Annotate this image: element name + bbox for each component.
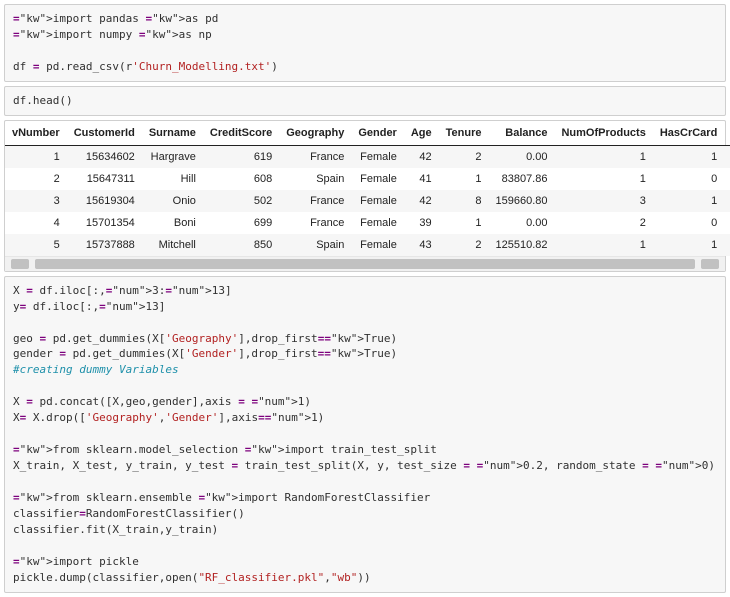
col-header: HasCrCard bbox=[653, 121, 724, 146]
cell: 0 bbox=[653, 212, 724, 234]
table-row: 515737888Mitchell850SpainFemale432125510… bbox=[5, 234, 730, 256]
cell: 5 bbox=[5, 234, 67, 256]
cell: 1 bbox=[653, 190, 724, 212]
cell: 15701354 bbox=[67, 212, 142, 234]
cell: 502 bbox=[203, 190, 279, 212]
cell: 15619304 bbox=[67, 190, 142, 212]
cell: 1 bbox=[439, 168, 489, 190]
cell: 39 bbox=[404, 212, 439, 234]
cell: 15737888 bbox=[67, 234, 142, 256]
cell: 699 bbox=[203, 212, 279, 234]
cell: 0 bbox=[724, 190, 730, 212]
cell: France bbox=[279, 212, 351, 234]
col-header: IsActiveMember bbox=[724, 121, 730, 146]
cell: 2 bbox=[439, 234, 489, 256]
col-header: Tenure bbox=[439, 121, 489, 146]
cell: 42 bbox=[404, 190, 439, 212]
cell: 83807.86 bbox=[488, 168, 554, 190]
col-header: CustomerId bbox=[67, 121, 142, 146]
cell: Mitchell bbox=[142, 234, 203, 256]
cell: Onio bbox=[142, 190, 203, 212]
cell: 41 bbox=[404, 168, 439, 190]
cell: 8 bbox=[439, 190, 489, 212]
code-cell-1: ="kw">import pandas ="kw">as pd ="kw">im… bbox=[4, 4, 726, 82]
cell: 1 bbox=[554, 168, 652, 190]
cell: 0.00 bbox=[488, 145, 554, 168]
cell: Female bbox=[351, 190, 404, 212]
code-cell-3: X = df.iloc[:,="num">3:="num">13] y= df.… bbox=[4, 276, 726, 593]
cell: 42 bbox=[404, 145, 439, 168]
cell: 2 bbox=[5, 168, 67, 190]
scroll-thumb[interactable] bbox=[35, 259, 695, 269]
dataframe-table: vNumberCustomerIdSurnameCreditScoreGeogr… bbox=[5, 121, 730, 256]
scroll-right-cap bbox=[701, 259, 719, 269]
cell: 2 bbox=[439, 145, 489, 168]
cell: Spain bbox=[279, 168, 351, 190]
cell: 0.00 bbox=[488, 212, 554, 234]
col-header: vNumber bbox=[5, 121, 67, 146]
cell: Hargrave bbox=[142, 145, 203, 168]
cell: 159660.80 bbox=[488, 190, 554, 212]
col-header: Balance bbox=[488, 121, 554, 146]
code-cell-2: df.head() bbox=[4, 86, 726, 116]
cell: 1 bbox=[554, 145, 652, 168]
cell: 4 bbox=[5, 212, 67, 234]
cell: France bbox=[279, 145, 351, 168]
cell: 1 bbox=[5, 145, 67, 168]
cell: Female bbox=[351, 168, 404, 190]
cell: 1 bbox=[653, 145, 724, 168]
cell: 2 bbox=[554, 212, 652, 234]
cell: France bbox=[279, 190, 351, 212]
cell: 1 bbox=[653, 234, 724, 256]
table-row: 315619304Onio502FranceFemale428159660.80… bbox=[5, 190, 730, 212]
cell: 1 bbox=[724, 168, 730, 190]
cell: 608 bbox=[203, 168, 279, 190]
table-row: 415701354Boni699FranceFemale3910.0020093… bbox=[5, 212, 730, 234]
cell: 850 bbox=[203, 234, 279, 256]
horizontal-scrollbar[interactable] bbox=[5, 256, 725, 271]
table-row: 215647311Hill608SpainFemale41183807.8610… bbox=[5, 168, 730, 190]
cell: Spain bbox=[279, 234, 351, 256]
col-header: CreditScore bbox=[203, 121, 279, 146]
col-header: NumOfProducts bbox=[554, 121, 652, 146]
cell: Boni bbox=[142, 212, 203, 234]
cell: Female bbox=[351, 212, 404, 234]
cell: Hill bbox=[142, 168, 203, 190]
col-header: Geography bbox=[279, 121, 351, 146]
cell: 1 bbox=[724, 234, 730, 256]
cell: 0 bbox=[653, 168, 724, 190]
cell: 15634602 bbox=[67, 145, 142, 168]
cell: Female bbox=[351, 234, 404, 256]
scroll-left-cap bbox=[11, 259, 29, 269]
cell: 1 bbox=[724, 145, 730, 168]
cell: Female bbox=[351, 145, 404, 168]
cell: 3 bbox=[5, 190, 67, 212]
cell: 619 bbox=[203, 145, 279, 168]
cell: 125510.82 bbox=[488, 234, 554, 256]
cell: 43 bbox=[404, 234, 439, 256]
cell: 1 bbox=[554, 234, 652, 256]
col-header: Surname bbox=[142, 121, 203, 146]
cell: 0 bbox=[724, 212, 730, 234]
table-row: 115634602Hargrave619FranceFemale4220.001… bbox=[5, 145, 730, 168]
cell: 15647311 bbox=[67, 168, 142, 190]
col-header: Gender bbox=[351, 121, 404, 146]
cell: 1 bbox=[439, 212, 489, 234]
output-table: vNumberCustomerIdSurnameCreditScoreGeogr… bbox=[4, 120, 726, 272]
col-header: Age bbox=[404, 121, 439, 146]
cell: 3 bbox=[554, 190, 652, 212]
